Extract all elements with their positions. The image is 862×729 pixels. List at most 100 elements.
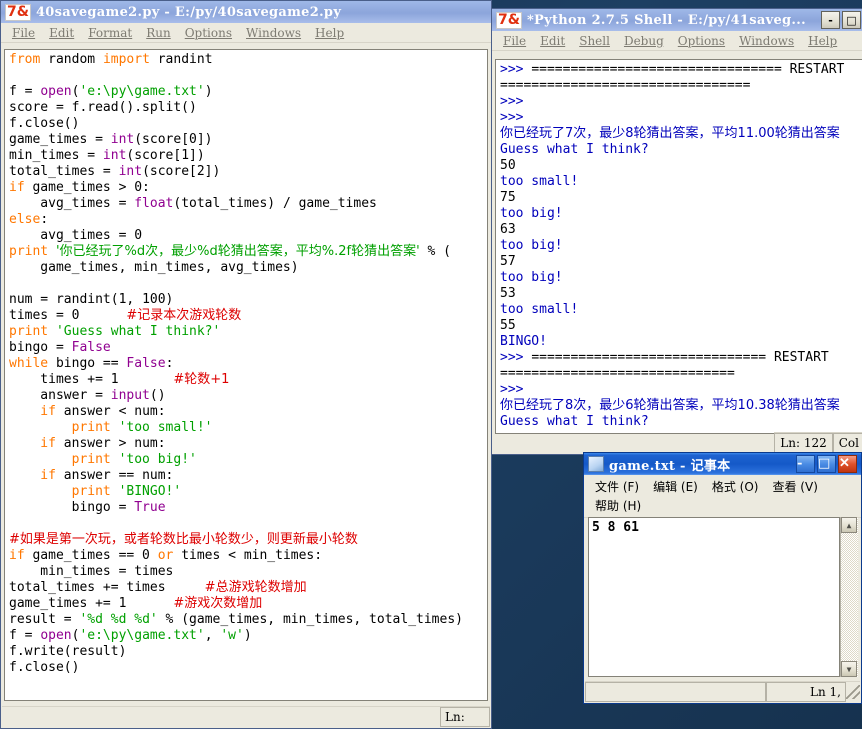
code-token: if (9, 468, 64, 483)
menu-item-debug[interactable]: Debug (617, 33, 671, 49)
code-token: 57 (500, 254, 516, 269)
code-line: print '你已经玩了%d次，最少%d轮猜出答案，平均%.2f轮猜出答案' %… (9, 244, 487, 260)
notepad-logo (588, 456, 604, 472)
code-token: if (9, 404, 64, 419)
code-line: BINGO! (500, 334, 862, 350)
code-line: result = '%d %d %d' % (game_times, min_t… (9, 612, 487, 628)
code-line: answer = input() (9, 388, 487, 404)
code-token: f.close() (9, 660, 79, 675)
code-token: >>> (500, 110, 523, 125)
scroll-down-arrow[interactable]: ▼ (841, 661, 857, 677)
notepad-text-area[interactable]: 5 8 61 (588, 517, 840, 677)
code-token: , (205, 628, 221, 643)
menu-item-edit[interactable]: 编辑 (E) (646, 477, 705, 496)
shell-menubar: File Edit Shell Debug Options Windows He… (492, 31, 862, 51)
menu-item-windows[interactable]: Windows (239, 25, 308, 41)
menu-item-help[interactable]: Help (801, 33, 844, 49)
code-token: (1, 100) (111, 292, 174, 307)
code-token: too big! (500, 238, 563, 253)
editor-code-area[interactable]: from random import randint f = open('e:\… (4, 49, 488, 701)
code-line: >>> (500, 110, 862, 126)
menu-item-file[interactable]: 文件 (F) (588, 477, 646, 496)
shell-statusbar: Ln: 122 Col (774, 432, 862, 453)
code-token: randint (158, 52, 213, 67)
code-line: score = f.read().split() (9, 100, 487, 116)
code-line: too small! (500, 174, 862, 190)
code-line (9, 68, 487, 84)
menu-item-run[interactable]: Run (139, 25, 178, 41)
close-button[interactable]: ✕ (838, 455, 857, 473)
code-line: >>> ================================ RES… (500, 62, 862, 78)
menu-item-file[interactable]: File (496, 33, 533, 49)
code-token: (score[0]) (134, 132, 212, 147)
code-token: >>> (500, 350, 531, 365)
notepad-titlebar[interactable]: game.txt - 记事本 - □ ✕ (584, 453, 861, 475)
editor-titlebar[interactable]: 7& 40savegame2.py - E:/py/40savegame2.py (1, 1, 491, 23)
editor-title: 40savegame2.py - E:/py/40savegame2.py (36, 5, 341, 20)
notepad-scrollbar[interactable]: ▲ ▼ (840, 517, 858, 677)
menu-item-format[interactable]: 格式 (O) (705, 477, 766, 496)
code-line: avg_times = 0 (9, 228, 487, 244)
code-line: else: (9, 212, 487, 228)
menu-label: Edit (540, 34, 565, 48)
code-token: answer > num: (64, 436, 166, 451)
menu-item-view[interactable]: 查看 (V) (765, 477, 824, 496)
code-token: BINGO! (500, 334, 547, 349)
code-line: from random import randint (9, 52, 487, 68)
menu-label: Help (315, 26, 344, 40)
code-token: ) (244, 628, 252, 643)
menu-item-file[interactable]: File (5, 25, 42, 41)
code-line: too big! (500, 238, 862, 254)
minimize-button[interactable]: - (821, 11, 840, 29)
code-token: True (134, 500, 165, 515)
code-line: times = 0 #记录本次游戏轮数 (9, 308, 487, 324)
code-token: if (9, 180, 32, 195)
menu-item-options[interactable]: Options (671, 33, 732, 49)
code-token: open (40, 84, 71, 99)
code-token: avg_times = (9, 196, 134, 211)
code-token: 你已经玩了7次，最少8轮猜出答案，平均11.00轮猜出答案 (500, 126, 840, 141)
code-line: print 'too big!' (9, 452, 487, 468)
code-token: game_times, min_times, avg_times) (9, 260, 299, 275)
minimize-button[interactable]: - (796, 455, 815, 473)
code-token: too small! (500, 174, 578, 189)
code-line: too big! (500, 206, 862, 222)
code-line: 55 (500, 318, 862, 334)
code-token: 75 (500, 190, 516, 205)
code-token: int (103, 148, 126, 163)
code-token: #记录本次游戏轮数 (126, 308, 241, 323)
code-token: game_times == 0 (32, 548, 157, 563)
code-line: total_times = int(score[2]) (9, 164, 487, 180)
code-token: 'BINGO!' (119, 484, 182, 499)
maximize-button[interactable]: □ (842, 11, 861, 29)
scroll-up-arrow[interactable]: ▲ (841, 517, 857, 533)
menu-item-help[interactable]: 帮助 (H) (588, 496, 861, 515)
code-line: ================================ (500, 78, 862, 94)
shell-output-area[interactable]: >>> ================================ RES… (495, 59, 862, 434)
menu-item-windows[interactable]: Windows (732, 33, 801, 49)
menu-item-edit[interactable]: Edit (533, 33, 572, 49)
code-token: >>> (500, 62, 531, 77)
code-line: game_times = int(score[0]) (9, 132, 487, 148)
menu-item-help[interactable]: Help (308, 25, 351, 41)
code-token: print (9, 452, 119, 467)
code-token: too small! (500, 302, 578, 317)
code-token: or (158, 548, 181, 563)
notepad-window: game.txt - 记事本 - □ ✕ 文件 (F) 编辑 (E) 格式 (O… (583, 452, 862, 704)
menu-item-edit[interactable]: Edit (42, 25, 81, 41)
code-token: % (game_times, min_times, total_times) (158, 612, 463, 627)
menu-item-shell[interactable]: Shell (572, 33, 617, 49)
code-line: num = randint(1, 100) (9, 292, 487, 308)
menu-label: Run (146, 26, 171, 40)
resize-grip[interactable] (846, 685, 860, 699)
code-token: #如果是第一次玩，或者轮数比最小轮数少，则更新最小轮数 (9, 532, 358, 547)
menu-item-format[interactable]: Format (81, 25, 139, 41)
code-token: if (9, 436, 64, 451)
code-line: f.close() (9, 660, 487, 676)
code-token: float (134, 196, 173, 211)
maximize-button[interactable]: □ (817, 455, 836, 473)
shell-titlebar[interactable]: 7& *Python 2.7.5 Shell - E:/py/41saveg..… (492, 9, 862, 31)
menu-label: Help (808, 34, 837, 48)
menu-item-options[interactable]: Options (178, 25, 239, 41)
code-token: ============================== (500, 366, 735, 381)
